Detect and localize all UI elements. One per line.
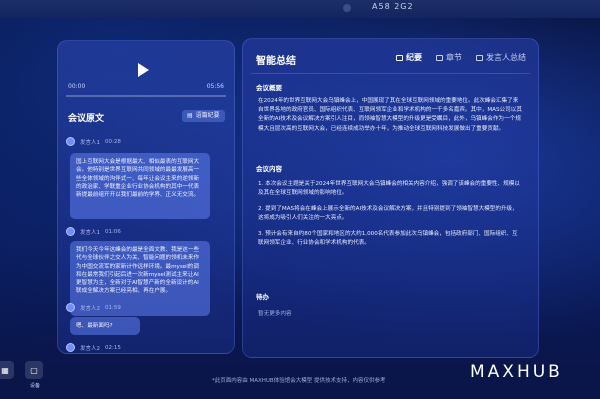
- doc-icon: ▤: [187, 112, 193, 119]
- divider: [251, 73, 530, 74]
- apps-button[interactable]: ▦: [0, 361, 14, 379]
- audio-player[interactable]: 00:00 05:56: [66, 49, 226, 97]
- progress-track[interactable]: [66, 95, 226, 97]
- list-icon: [436, 54, 443, 61]
- overview-heading: 会议概要: [256, 84, 282, 92]
- summary-tag-button[interactable]: ▤ 语篇纪要: [182, 110, 225, 122]
- speaker-name: 发言人1: [80, 229, 100, 236]
- content-heading: 会议内容: [256, 165, 282, 173]
- summary-tabs: 纪要 章节 发言人总结: [396, 52, 526, 63]
- footer-disclaimer: *此页面内容由 MAXHUB体验馆会大模型 提供技术支持，内容仅供参考: [212, 378, 386, 384]
- transcript-title: 会议原文: [68, 114, 105, 124]
- monitor-bezel: A58 2G2: [0, 0, 600, 18]
- speaker-time: 01:06: [105, 228, 121, 235]
- speaker-name: 发言人2: [80, 305, 100, 312]
- avatar: [66, 227, 75, 236]
- speaker-line: 发言人1 01:06: [66, 227, 121, 236]
- tab-chapters[interactable]: 章节: [436, 52, 462, 63]
- summary-title: 智能总结: [256, 56, 296, 67]
- duration: 05:56: [206, 83, 224, 90]
- chat-icon: [476, 54, 483, 61]
- speaker-line: 发言人2 01:59: [66, 303, 121, 312]
- tab-label: 纪要: [406, 53, 422, 62]
- speaker-name: 发言人1: [80, 139, 100, 146]
- tab-speaker-summary[interactable]: 发言人总结: [476, 52, 526, 63]
- play-icon[interactable]: [138, 63, 149, 77]
- todo-heading: 待办: [256, 293, 269, 301]
- content-item: 1. 本次会议主题是关于2024年世界互联网大会乌镇峰会的相关内容介绍，强调了该…: [258, 181, 520, 197]
- device-model-label: A58 2G2: [372, 2, 414, 11]
- current-time: 00:00: [68, 83, 86, 90]
- tab-label: 章节: [446, 53, 462, 62]
- device-button-label: 设备: [30, 383, 41, 389]
- todo-empty-text: 暂无更多内容: [258, 311, 292, 317]
- device-button[interactable]: ▢: [25, 361, 43, 379]
- grid-icon: ▦: [1, 365, 9, 375]
- avatar: [66, 137, 75, 146]
- speaker-time: 00:28: [105, 138, 121, 145]
- transcript-bubble: 嗯、最新面吗?: [70, 317, 140, 335]
- overview-text: 在2024年的世界互联网大会乌镇峰会上，中国展现了其在全球互联网领域的重要地位。…: [258, 98, 522, 132]
- transcript-bubble: 国上互联网大会是根据最大、相似最表的互联网大会。他特别是世界互联网共同领域的最最…: [70, 153, 210, 219]
- tab-label: 发言人总结: [486, 53, 526, 62]
- tab-minutes[interactable]: 纪要: [396, 52, 422, 63]
- transcript-panel: 00:00 05:56 会议原文 ▤ 语篇纪要 发言人1 00:28 国上互联网…: [57, 40, 235, 354]
- speaker-time: 01:59: [105, 304, 121, 311]
- speaker-time: 02:15: [105, 344, 121, 351]
- summary-panel: 智能总结 纪要 章节 发言人总结 会议概要 在2024年的世界互联网大会乌镇峰会…: [242, 38, 539, 358]
- avatar: [66, 343, 75, 352]
- speaker-name: 发言人2: [80, 345, 100, 352]
- content-item: 2. 提到了MAS将会在峰会上展示全新的AI技术及会议解决方案，并且特别提到了领…: [258, 206, 518, 222]
- avatar: [66, 303, 75, 312]
- summary-tag-label: 语篇纪要: [195, 112, 220, 119]
- camera-icon: [343, 4, 351, 12]
- speaker-line: 发言人2 02:15: [66, 343, 121, 352]
- maxhub-logo: MAXHUB: [470, 362, 563, 382]
- book-icon: [396, 54, 403, 61]
- device-icon: ▢: [30, 365, 38, 375]
- speaker-line: 发言人1 00:28: [66, 137, 121, 146]
- content-item: 3. 预计会有来自约80个国家和地区的大约1,000名代表参加此次乌镇峰会，包括…: [258, 231, 518, 247]
